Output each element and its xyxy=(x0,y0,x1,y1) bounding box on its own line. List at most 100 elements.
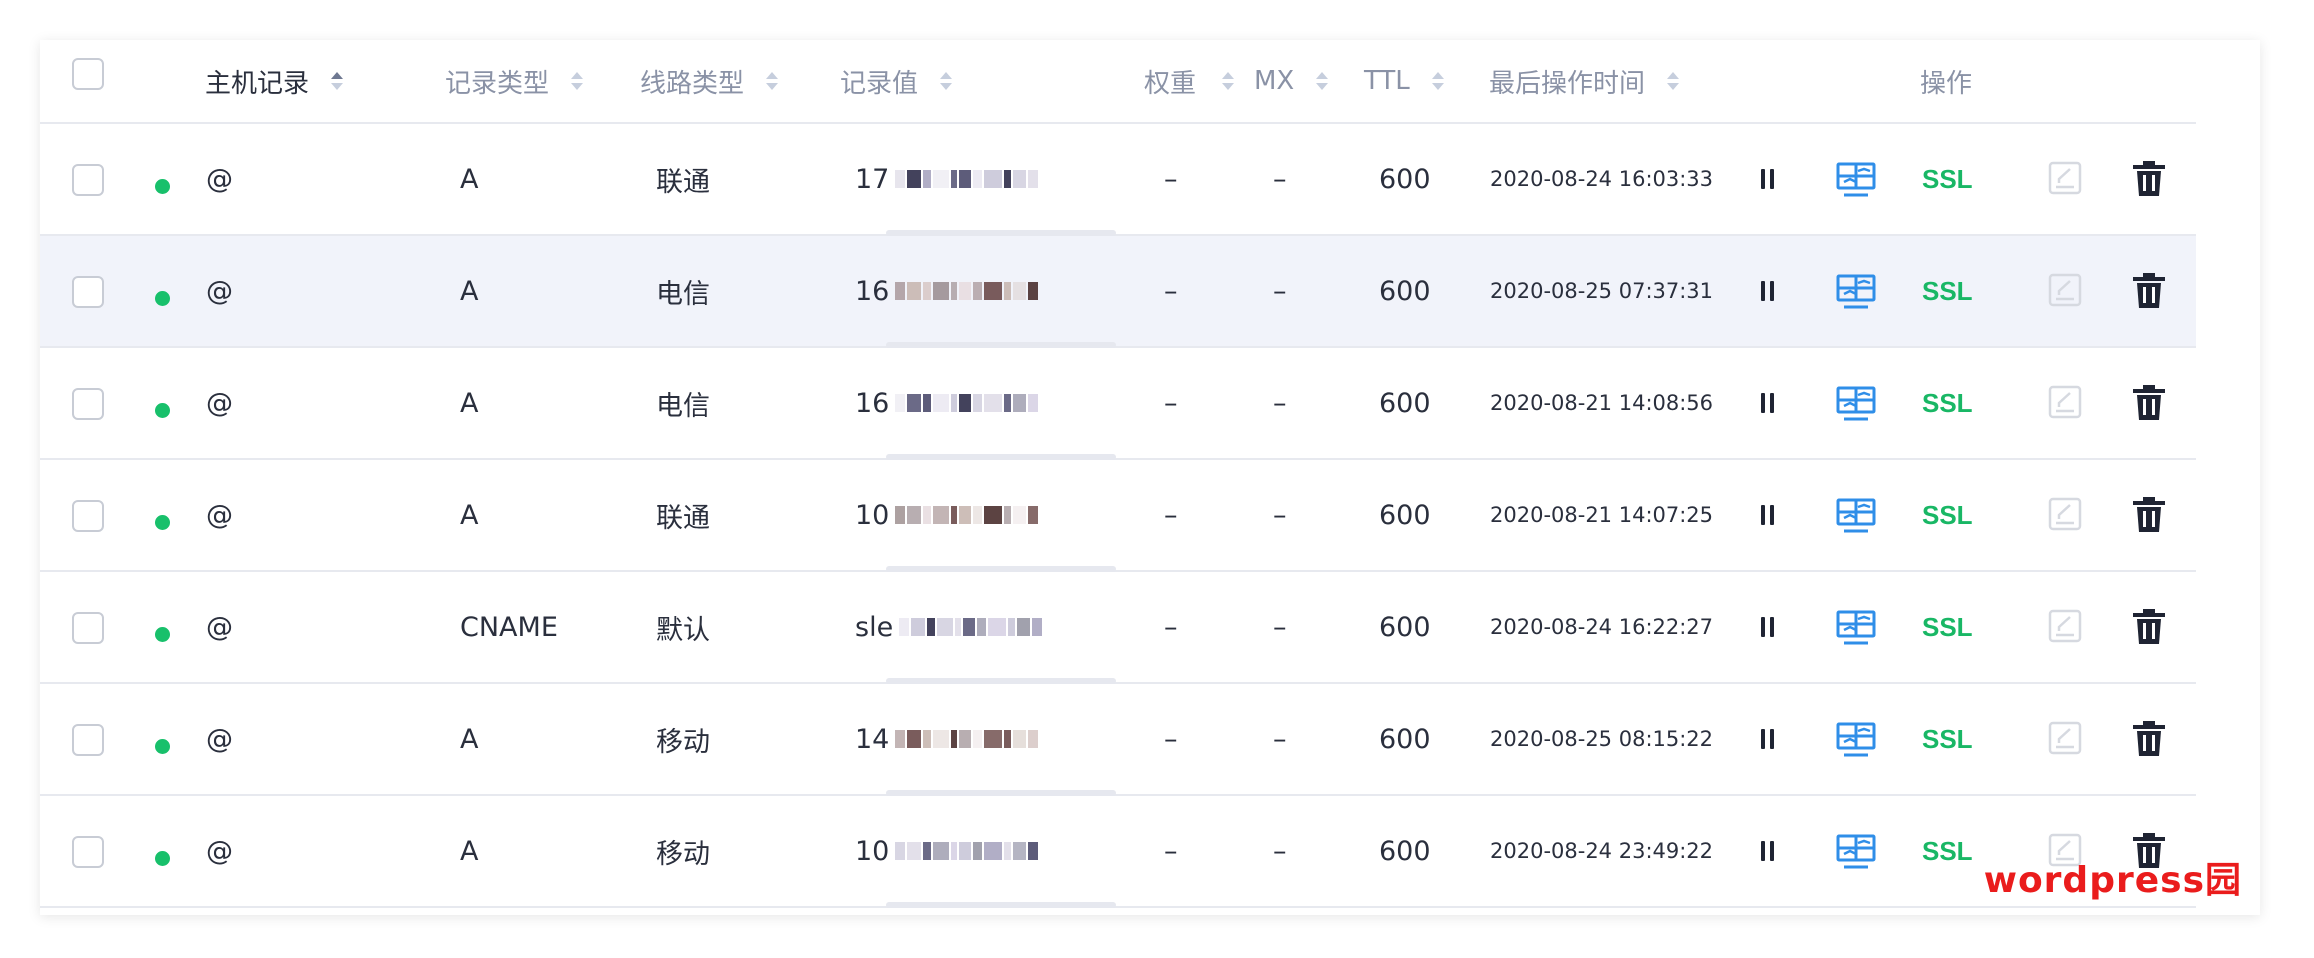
mx-cell: – xyxy=(1273,163,1287,195)
record-value-cell[interactable]: 14 xyxy=(855,684,1117,794)
monitor-icon[interactable] xyxy=(1836,162,1876,202)
table-row: @ A 联通 17 – – 600 2020-08-24 16:03:33 SSL xyxy=(40,124,2196,236)
sort-icon[interactable] xyxy=(940,71,954,91)
sort-icon[interactable] xyxy=(571,71,585,91)
line-cell: 移动 xyxy=(656,838,710,870)
ssl-button[interactable]: SSL xyxy=(1922,500,1973,531)
edit-icon[interactable] xyxy=(2048,385,2082,423)
redacted-value-mask xyxy=(893,506,1039,524)
header-ttl[interactable]: TTL xyxy=(1364,40,1446,122)
updated-cell: 2020-08-25 08:15:22 xyxy=(1490,727,1714,751)
record-value-cell[interactable]: 10 xyxy=(855,796,1117,906)
sort-icon[interactable] xyxy=(1431,71,1446,91)
status-indicator xyxy=(155,851,170,866)
host-cell: @ xyxy=(206,387,233,419)
trash-icon[interactable] xyxy=(2132,272,2166,314)
redacted-value-mask xyxy=(897,618,1043,636)
header-type[interactable]: 记录类型 xyxy=(445,40,585,122)
line-cell: 电信 xyxy=(656,390,710,422)
mx-cell: – xyxy=(1273,723,1287,755)
weight-cell: – xyxy=(1164,387,1178,419)
table-row: @ A 移动 14 – – 600 2020-08-25 08:15:22 SSL xyxy=(40,684,2196,796)
record-value-cell[interactable]: 10 xyxy=(855,460,1117,570)
header-updated[interactable]: 最后操作时间 xyxy=(1489,40,1681,122)
value-scrollbar[interactable] xyxy=(886,902,1116,908)
ssl-button[interactable]: SSL xyxy=(1922,276,1973,307)
type-cell: A xyxy=(460,387,479,419)
trash-icon[interactable] xyxy=(2132,384,2166,426)
record-value-text: 10 xyxy=(855,499,890,531)
dns-records-table: 主机记录 记录类型 线路类型 记录值 权重 MX TTL 最后操作时间 操作 @… xyxy=(40,40,2260,915)
edit-icon[interactable] xyxy=(2048,497,2082,535)
pause-icon[interactable] xyxy=(1760,168,1776,194)
edit-icon[interactable] xyxy=(2048,161,2082,199)
ssl-button[interactable]: SSL xyxy=(1922,164,1973,195)
trash-icon[interactable] xyxy=(2132,608,2166,650)
pause-icon[interactable] xyxy=(1760,728,1776,754)
ssl-button[interactable]: SSL xyxy=(1922,836,1973,867)
edit-icon[interactable] xyxy=(2048,273,2082,311)
header-weight[interactable]: 权重 xyxy=(1144,40,1236,122)
monitor-icon[interactable] xyxy=(1836,274,1876,314)
row-checkbox[interactable] xyxy=(72,388,104,420)
updated-cell: 2020-08-25 07:37:31 xyxy=(1490,279,1714,303)
ttl-cell: 600 xyxy=(1379,611,1431,643)
trash-icon[interactable] xyxy=(2132,720,2166,762)
monitor-icon[interactable] xyxy=(1836,834,1876,874)
weight-cell: – xyxy=(1164,723,1178,755)
pause-icon[interactable] xyxy=(1760,616,1776,642)
monitor-icon[interactable] xyxy=(1836,386,1876,426)
table-row: @ A 联通 10 – – 600 2020-08-21 14:07:25 SSL xyxy=(40,460,2196,572)
header-actions: 操作 xyxy=(1920,40,1972,122)
redacted-value-mask xyxy=(893,730,1039,748)
pause-icon[interactable] xyxy=(1760,392,1776,418)
pause-icon[interactable] xyxy=(1760,840,1776,866)
sort-icon[interactable] xyxy=(331,71,345,91)
type-cell: A xyxy=(460,499,479,531)
line-cell: 默认 xyxy=(656,614,710,646)
record-value-cell[interactable]: sle xyxy=(855,572,1117,682)
updated-cell: 2020-08-21 14:08:56 xyxy=(1490,391,1714,415)
trash-icon[interactable] xyxy=(2132,160,2166,202)
ttl-cell: 600 xyxy=(1379,723,1431,755)
edit-icon[interactable] xyxy=(2048,721,2082,759)
row-checkbox[interactable] xyxy=(72,836,104,868)
header-host[interactable]: 主机记录 xyxy=(205,40,345,122)
ssl-button[interactable]: SSL xyxy=(1922,724,1973,755)
header-value[interactable]: 记录值 xyxy=(840,40,954,122)
row-checkbox[interactable] xyxy=(72,724,104,756)
ttl-cell: 600 xyxy=(1379,275,1431,307)
ttl-cell: 600 xyxy=(1379,835,1431,867)
record-value-cell[interactable]: 17 xyxy=(855,124,1117,234)
edit-icon[interactable] xyxy=(2048,609,2082,647)
pause-icon[interactable] xyxy=(1760,504,1776,530)
monitor-icon[interactable] xyxy=(1836,610,1876,650)
header-line[interactable]: 线路类型 xyxy=(640,40,780,122)
row-checkbox[interactable] xyxy=(72,612,104,644)
row-checkbox[interactable] xyxy=(72,276,104,308)
header-mx[interactable]: MX xyxy=(1254,40,1330,122)
pause-icon[interactable] xyxy=(1760,280,1776,306)
record-value-text: 17 xyxy=(855,163,890,195)
record-value-cell[interactable]: 16 xyxy=(855,348,1117,458)
updated-cell: 2020-08-24 16:22:27 xyxy=(1490,615,1714,639)
record-value-cell[interactable]: 16 xyxy=(855,236,1117,346)
sort-icon[interactable] xyxy=(1316,71,1330,91)
sort-icon[interactable] xyxy=(1667,71,1681,91)
redacted-value-mask xyxy=(893,842,1039,860)
sort-icon[interactable] xyxy=(1222,71,1236,91)
sort-icon[interactable] xyxy=(766,71,780,91)
status-indicator xyxy=(155,179,170,194)
table-row: @ A 移动 10 – – 600 2020-08-24 23:49:22 SSL xyxy=(40,796,2196,908)
header-updated-label: 最后操作时间 xyxy=(1489,68,1646,99)
trash-icon[interactable] xyxy=(2132,496,2166,538)
select-all-checkbox[interactable] xyxy=(72,58,104,90)
ssl-button[interactable]: SSL xyxy=(1922,388,1973,419)
row-checkbox[interactable] xyxy=(72,164,104,196)
line-cell: 移动 xyxy=(656,726,710,758)
monitor-icon[interactable] xyxy=(1836,498,1876,538)
ssl-button[interactable]: SSL xyxy=(1922,612,1973,643)
row-checkbox[interactable] xyxy=(72,500,104,532)
updated-cell: 2020-08-24 16:03:33 xyxy=(1490,167,1714,191)
monitor-icon[interactable] xyxy=(1836,722,1876,762)
